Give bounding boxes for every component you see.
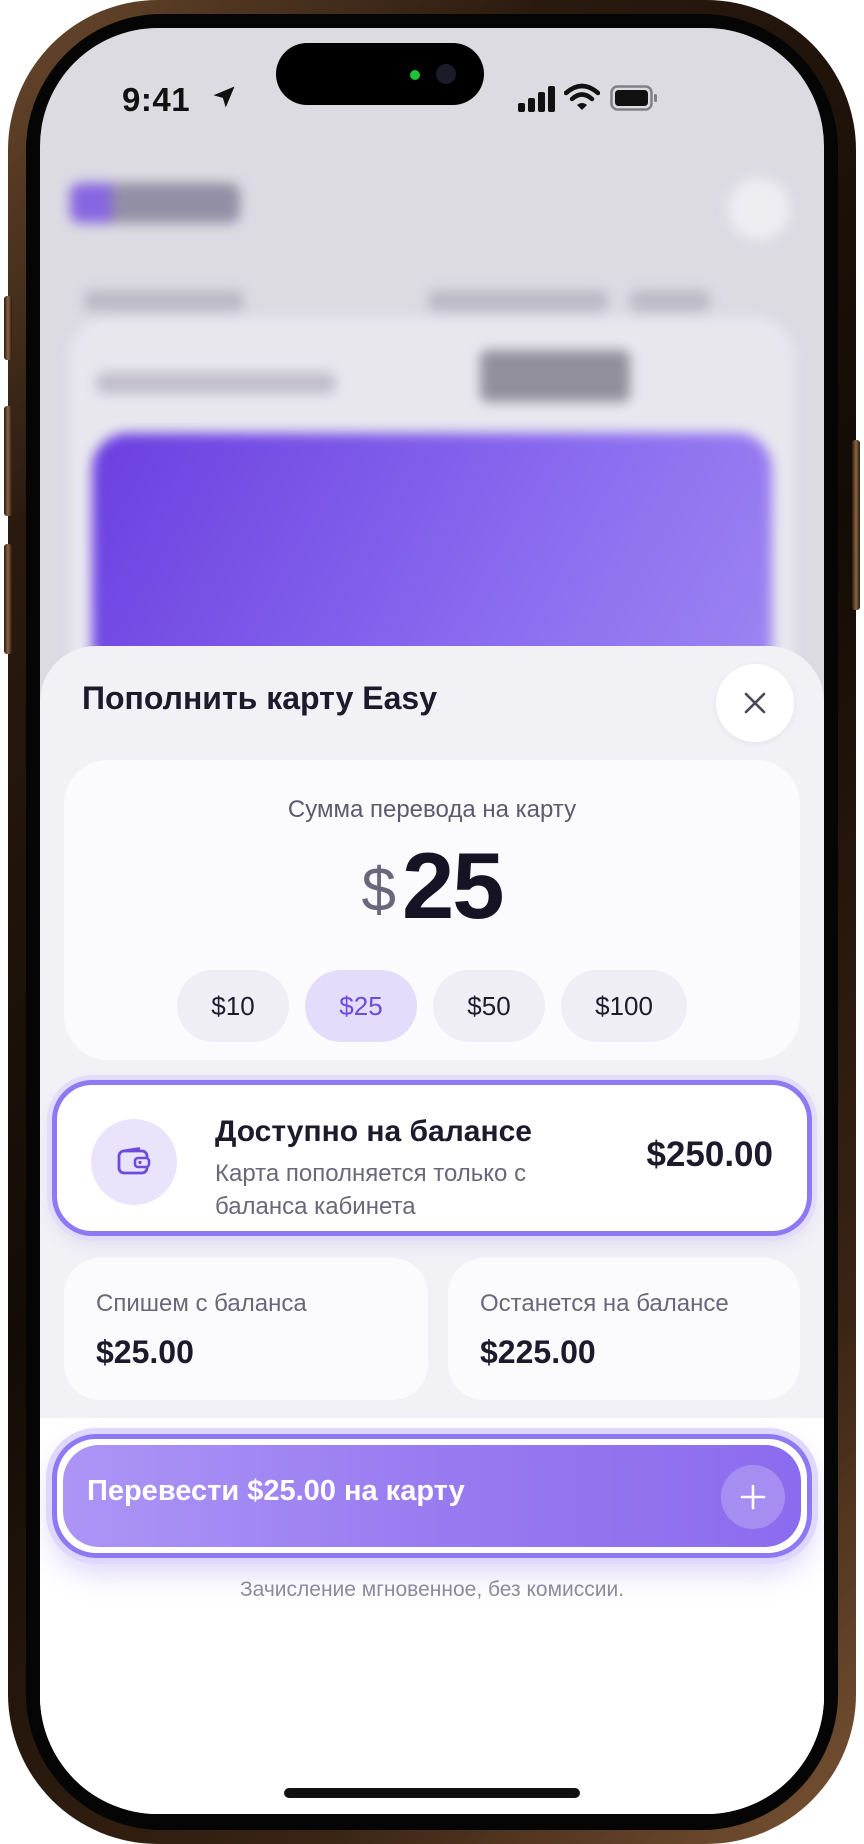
amount-value: 25 <box>401 833 505 938</box>
footnote: Зачисление мгновенное, без комиссии. <box>239 1578 625 1601</box>
wallet-icon <box>117 1147 151 1175</box>
background-total-label <box>428 290 608 312</box>
amount-card: Сумма перевода на карту $ 25 $10 $25 $50… <box>64 760 800 1060</box>
debit-card: Спишем с баланса $25.00 <box>64 1258 428 1400</box>
balance-card: Доступно на балансе Карта пополняется то… <box>52 1080 812 1236</box>
close-icon <box>744 692 766 714</box>
privacy-indicator <box>410 70 420 80</box>
power-button <box>852 440 860 610</box>
mute-switch <box>4 296 12 360</box>
remaining-value: $225.00 <box>480 1334 596 1370</box>
background-total-value <box>630 290 710 312</box>
top-up-sheet: Пополнить карту Easy Сумма перевода на к… <box>40 646 824 1814</box>
wifi-icon <box>564 83 600 110</box>
remaining-label: Останется на балансе <box>480 1290 729 1317</box>
amount-input[interactable]: $ 25 <box>64 832 800 940</box>
balance-amount: $250.00 <box>646 1135 773 1174</box>
preset-chip-10[interactable]: $10 <box>177 970 289 1042</box>
balance-subtitle: Карта пополняется только с баланса кабин… <box>215 1160 527 1220</box>
volume-up-button <box>4 406 12 516</box>
plus-icon <box>740 1484 766 1510</box>
amount-label: Сумма перевода на карту <box>287 796 577 823</box>
background-balance <box>480 350 630 402</box>
background-section-title <box>84 290 244 312</box>
transfer-button-fill: Перевести $25.00 на карту <box>63 1445 801 1547</box>
close-button[interactable] <box>716 664 794 742</box>
home-indicator[interactable] <box>284 1788 580 1798</box>
balance-title: Доступно на балансе <box>215 1115 532 1148</box>
background-amount <box>748 348 764 415</box>
debit-label: Спишем с баланса <box>96 1290 307 1317</box>
background-available-label <box>96 372 336 394</box>
currency-symbol: $ <box>361 856 396 925</box>
bottom-action-area: Перевести $25.00 на карту Зачисление мгн… <box>40 1418 824 1814</box>
debit-value: $25.00 <box>96 1334 194 1370</box>
status-bar: 9:41 <box>40 28 824 128</box>
dynamic-island <box>276 43 484 105</box>
location-arrow-icon <box>213 86 235 108</box>
background-logo <box>70 183 240 223</box>
sheet-title: Пополнить карту Easy <box>82 680 438 716</box>
transfer-button[interactable]: Перевести $25.00 на карту <box>52 1434 812 1558</box>
front-camera <box>436 64 456 84</box>
preset-chip-100[interactable]: $100 <box>561 970 687 1042</box>
transfer-button-label: Перевести $25.00 на карту <box>87 1475 465 1507</box>
plus-badge <box>721 1465 785 1529</box>
battery-icon <box>610 85 657 111</box>
volume-down-button <box>4 544 12 654</box>
preset-amounts: $10 $25 $50 $100 <box>64 970 800 1042</box>
preset-chip-25[interactable]: $25 <box>305 970 417 1042</box>
preset-chip-50[interactable]: $50 <box>433 970 545 1042</box>
background-avatar <box>728 178 790 240</box>
signal-icon <box>518 86 555 112</box>
wallet-badge <box>91 1119 177 1205</box>
status-time: 9:41 <box>122 81 191 118</box>
remaining-card: Останется на балансе $225.00 <box>448 1258 800 1400</box>
screen: 9:41 Пополнить карту Easy Сумма перевода… <box>40 28 824 1814</box>
